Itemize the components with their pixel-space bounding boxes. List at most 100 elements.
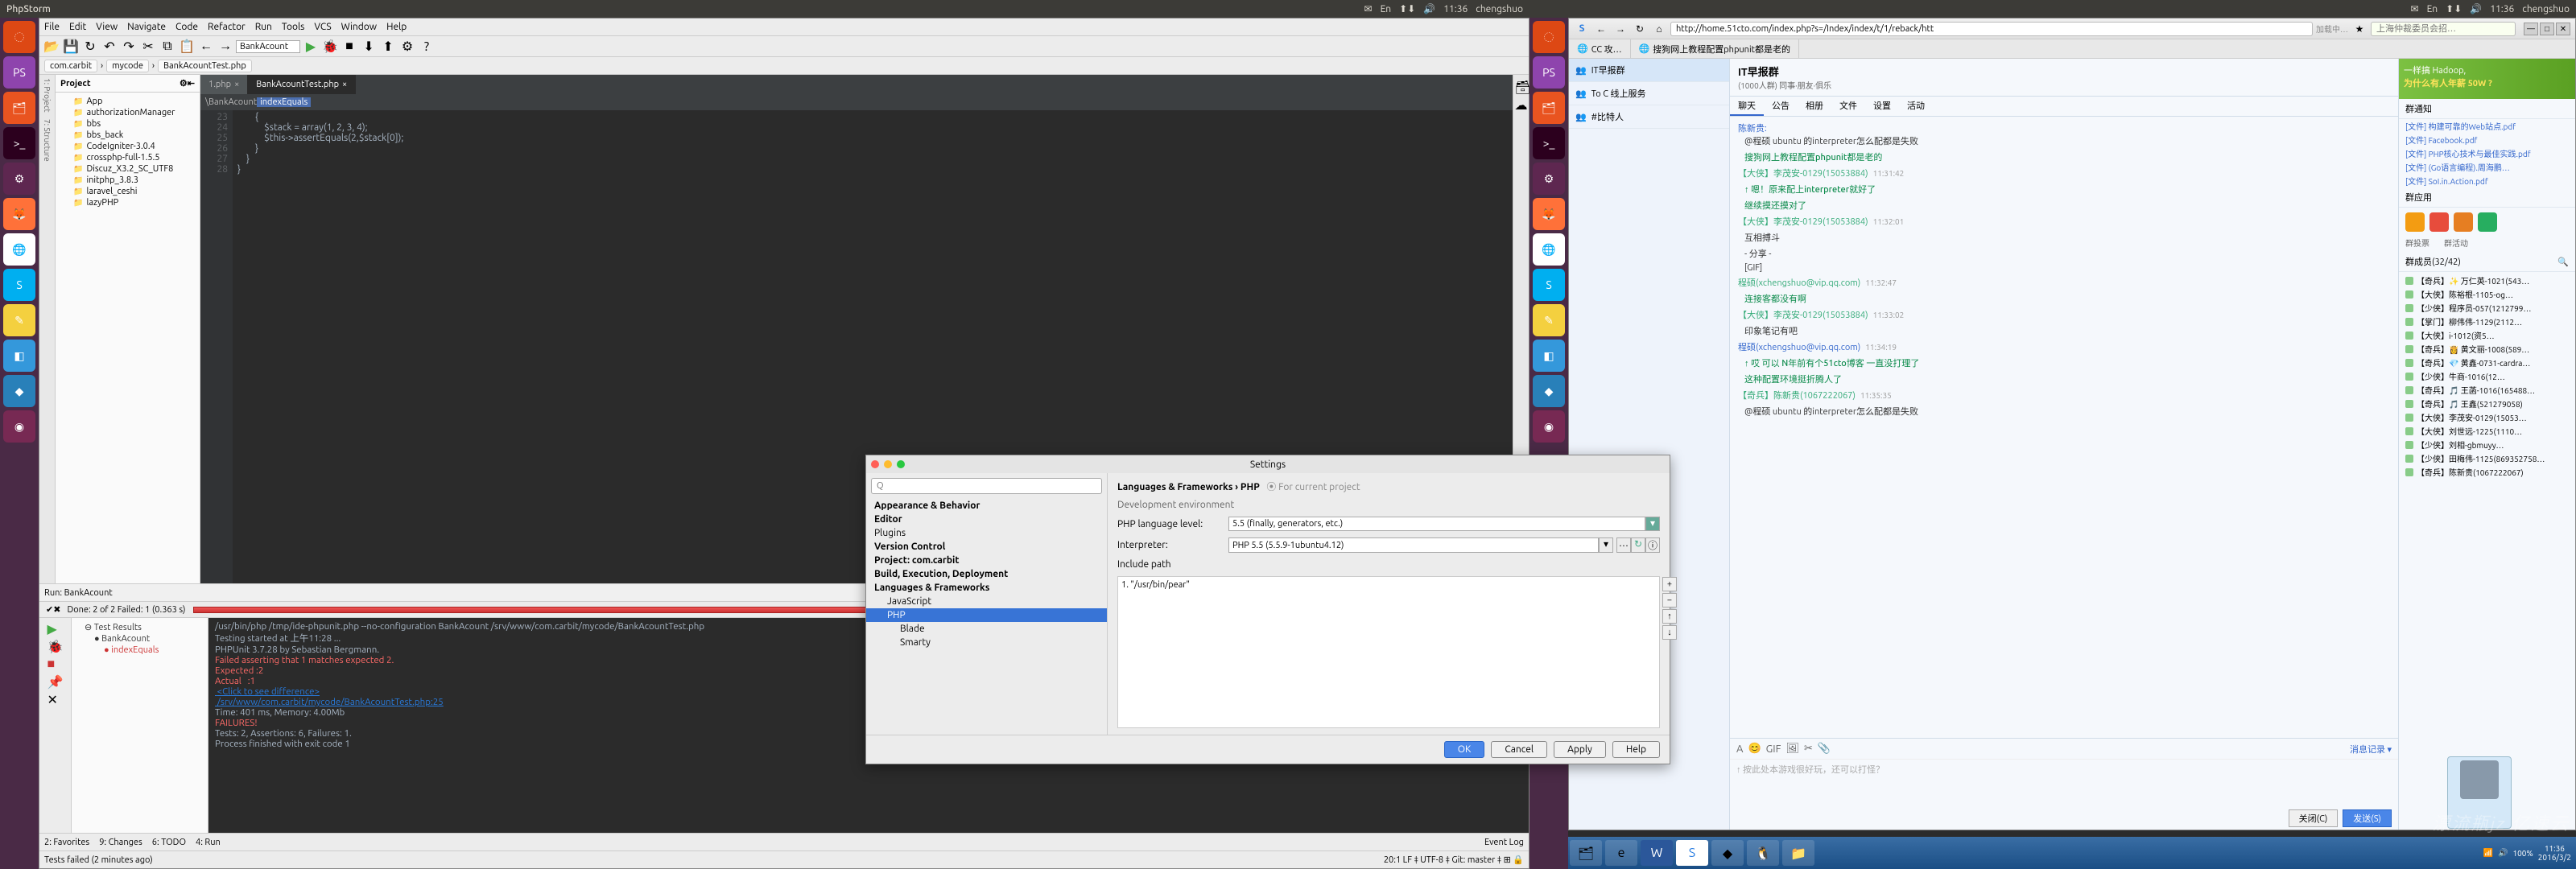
address-bar[interactable]	[1670, 22, 2313, 36]
message-input[interactable]: ↑ 按此处本游戏很好玩，还可以打怪？	[1730, 759, 2398, 807]
chat-tab[interactable]: 公告	[1764, 97, 1798, 116]
lang-indicator[interactable]: En	[2427, 4, 2438, 14]
lang-level-select[interactable]	[1228, 517, 1645, 531]
launcher-settings-icon[interactable]: ⚙	[3, 163, 35, 195]
group-file[interactable]: [文件] PHP核心技术与最佳实践.pdf	[2399, 146, 2575, 160]
gif-icon[interactable]: GIF	[1766, 743, 1781, 755]
structure-tool-tab[interactable]: 7: Structure	[43, 116, 52, 165]
max-light-icon[interactable]	[897, 460, 905, 468]
minimize-icon[interactable]: —	[2524, 23, 2538, 35]
group-app-icon[interactable]	[2454, 212, 2473, 232]
member-item[interactable]: 【少侠】程序员-057(1212799…	[2399, 301, 2575, 315]
clock[interactable]: 11:36	[2490, 4, 2514, 14]
group-app-icon[interactable]	[2405, 212, 2425, 232]
menu-code[interactable]: Code	[175, 22, 198, 32]
crumb-item[interactable]: mycode	[106, 60, 149, 72]
ad-banner[interactable]: 一样搞 Hadoop, 为什么有人年薪 50W ?	[2399, 59, 2575, 99]
menu-vcs[interactable]: VCS	[314, 22, 331, 32]
launcher-settings-icon[interactable]: ⚙	[1533, 163, 1565, 195]
close-run-icon[interactable]: ✕	[47, 692, 64, 708]
up-include-icon[interactable]: ↑	[1662, 609, 1677, 624]
remote-icon[interactable]: ☁	[1515, 97, 1528, 110]
settings-category[interactable]: Version Control	[866, 540, 1107, 554]
task-qq-icon[interactable]: 🐧	[1747, 840, 1779, 866]
launcher-editor-icon[interactable]: ✎	[3, 304, 35, 336]
favorites-tool-tab[interactable]: 2: Favorites	[44, 838, 89, 847]
test-tree-node[interactable]: ⊖ Test Results	[75, 621, 204, 633]
crumb-item[interactable]: BankAcountTest.php	[158, 60, 252, 72]
member-item[interactable]: 【少侠】牛商-1016(12…	[2399, 369, 2575, 383]
member-item[interactable]: 【奇兵】💎 黄鑫-0731-cardra…	[2399, 356, 2575, 369]
menu-file[interactable]: File	[44, 22, 60, 32]
settings-icon[interactable]: ⚙	[398, 38, 416, 56]
settings-category[interactable]: Editor	[866, 513, 1107, 526]
undo-icon[interactable]: ↶	[101, 38, 118, 56]
user-menu[interactable]: chengshuo	[1476, 4, 1523, 14]
debug-rerun-icon[interactable]: 🐞	[47, 639, 64, 655]
chat-tab[interactable]: 活动	[1899, 97, 1933, 116]
launcher-dash-icon[interactable]: ◌	[3, 21, 35, 53]
project-node[interactable]: initphp_3.8.3	[59, 175, 196, 186]
sound-icon[interactable]: 🔊	[2470, 3, 2482, 14]
member-item[interactable]: 【少侠】田梅伟-1125(869352758…	[2399, 451, 2575, 465]
settings-search[interactable]	[871, 478, 1102, 494]
project-node[interactable]: lazyPHP	[59, 197, 196, 208]
interpreter-browse-icon[interactable]: …	[1616, 537, 1631, 553]
tray-net-icon[interactable]: 📶	[2483, 848, 2493, 858]
interpreter-reload-icon[interactable]: ↻	[1631, 537, 1645, 553]
launcher-phpstorm-icon[interactable]: PS	[3, 56, 35, 89]
launcher-dash-icon[interactable]: ◌	[1533, 21, 1565, 53]
conversation-item[interactable]: 👥IT早报群	[1569, 59, 1729, 82]
include-path-item[interactable]: 1. "/usr/bin/pear"	[1121, 580, 1656, 590]
launcher-firefox-icon[interactable]: 🦊	[3, 198, 35, 230]
status-right[interactable]: 20:1 LF ‡ UTF-8 ‡ Git: master ‡ ⊞ 🔒	[1384, 855, 1524, 865]
launcher-chrome-icon[interactable]: 🌐	[1533, 233, 1565, 266]
remove-include-icon[interactable]: −	[1662, 593, 1677, 607]
project-node[interactable]: Discuz_X3.2_SC_UTF8	[59, 163, 196, 175]
task-folder-icon[interactable]: 📁	[1782, 840, 1814, 866]
refresh-icon[interactable]: ↻	[81, 38, 99, 56]
vcs-commit-icon[interactable]: ⬆	[379, 38, 397, 56]
message-list[interactable]: 陈新贵:@程硕 ubuntu 的interpreter怎么配都是失败搜狗网上教程…	[1730, 117, 2398, 738]
help-button[interactable]: Help	[1612, 741, 1660, 758]
browser-tab[interactable]: 🌐搜狗网上教程配置phpunit都是老的	[1631, 39, 1799, 58]
project-node[interactable]: authorizationManager	[59, 107, 196, 118]
sogou-logo-icon[interactable]: S	[1574, 21, 1590, 37]
stop-run-icon[interactable]: ■	[47, 657, 64, 673]
cut-icon[interactable]: ✂	[139, 38, 157, 56]
chat-tab[interactable]: 设置	[1865, 97, 1899, 116]
menu-navigate[interactable]: Navigate	[127, 22, 166, 32]
menu-run[interactable]: Run	[255, 22, 272, 32]
project-node[interactable]: CodeIgniter-3.0.4	[59, 141, 196, 152]
close-light-icon[interactable]	[871, 460, 879, 468]
back-icon[interactable]: ←	[197, 38, 215, 56]
task-app-icon[interactable]: ◆	[1711, 840, 1744, 866]
editor-tab[interactable]: 1.php×	[200, 75, 248, 94]
forward-icon[interactable]: →	[217, 38, 234, 56]
lang-indicator[interactable]: En	[1381, 4, 1392, 14]
project-node[interactable]: laravel_ceshi	[59, 186, 196, 197]
qq-mini-panel[interactable]	[2447, 756, 2512, 829]
interpreter-dropdown-icon[interactable]: ▾	[1599, 537, 1613, 553]
launcher-chrome-icon[interactable]: 🌐	[3, 233, 35, 266]
task-sogou-icon[interactable]: S	[1676, 840, 1708, 866]
settings-category[interactable]: Languages & Frameworks	[866, 581, 1107, 595]
open-icon[interactable]: 📂	[43, 38, 60, 56]
launcher-files-icon[interactable]: 🗂	[3, 92, 35, 124]
stop-icon[interactable]: ■	[341, 38, 358, 56]
apply-button[interactable]: Apply	[1554, 741, 1606, 758]
settings-category[interactable]: JavaScript	[866, 595, 1107, 608]
sound-icon[interactable]: 🔊	[1423, 3, 1435, 14]
member-item[interactable]: 【掌门】柳伟伟-1129(2112…	[2399, 315, 2575, 328]
menu-tools[interactable]: Tools	[282, 22, 305, 32]
network-icon[interactable]: ⬆⬇	[1399, 3, 1415, 14]
menu-view[interactable]: View	[96, 22, 118, 32]
pin-icon[interactable]: 📌	[47, 674, 64, 690]
ok-button[interactable]: OK	[1444, 741, 1485, 758]
lang-level-dropdown-icon[interactable]: ▾	[1645, 517, 1660, 531]
launcher-skype-icon[interactable]: S	[3, 269, 35, 301]
menu-edit[interactable]: Edit	[69, 22, 86, 32]
test-tree-node[interactable]: ● BankAcount	[75, 633, 204, 645]
group-app-icon[interactable]	[2429, 212, 2449, 232]
add-include-icon[interactable]: +	[1662, 577, 1677, 591]
